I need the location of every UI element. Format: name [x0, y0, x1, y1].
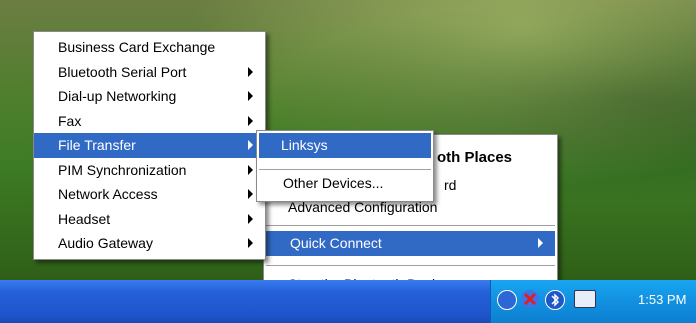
- menu-item-network-access[interactable]: Network Access: [34, 182, 265, 207]
- chevron-right-icon: [248, 164, 253, 175]
- explore-bluetooth-places-item[interactable]: oth Places: [437, 149, 512, 166]
- menu-item-audio-gateway[interactable]: Audio Gateway: [34, 231, 265, 256]
- menu-item-file-transfer[interactable]: File Transfer: [34, 133, 265, 158]
- bluetooth-services-menu: Business Card Exchange Bluetooth Serial …: [33, 31, 266, 260]
- submenu-item-label: Linksys: [281, 137, 328, 153]
- menu-item-pim-synchronization[interactable]: PIM Synchronization: [34, 158, 265, 183]
- chevron-right-icon: [248, 238, 253, 249]
- menu-separator: [266, 265, 555, 266]
- network-disconnected-icon[interactable]: [521, 290, 539, 308]
- menu-item-label: File Transfer: [58, 137, 136, 153]
- menu-item-headset[interactable]: Headset: [34, 207, 265, 232]
- menu-item-label: Business Card Exchange: [58, 39, 216, 55]
- chevron-right-icon: [248, 140, 253, 151]
- menu-item-label: Dial-up Networking: [58, 88, 177, 104]
- menu-item-label: Audio Gateway: [58, 235, 153, 251]
- chevron-right-icon: [248, 66, 253, 77]
- bluetooth-icon[interactable]: [545, 290, 565, 310]
- menu-separator: [259, 169, 431, 170]
- menu-item-business-card-exchange[interactable]: Business Card Exchange: [34, 35, 265, 60]
- taskbar-clock[interactable]: 1:53 PM: [638, 292, 686, 307]
- menu-item-label: Network Access: [58, 186, 158, 202]
- chevron-right-icon: [248, 213, 253, 224]
- menu-item-dial-up-networking[interactable]: Dial-up Networking: [34, 84, 265, 109]
- quick-connect-item[interactable]: Quick Connect: [266, 231, 555, 256]
- menu-item-label: Headset: [58, 210, 111, 227]
- menu-item-bluetooth-serial-port[interactable]: Bluetooth Serial Port: [34, 60, 265, 85]
- submenu-item-other-devices[interactable]: Other Devices...: [259, 171, 431, 196]
- show-hidden-icons-button[interactable]: [497, 290, 517, 310]
- chevron-right-icon: [538, 238, 543, 249]
- message-icon[interactable]: [574, 290, 596, 308]
- menu-item-label: Bluetooth Serial Port: [58, 63, 187, 80]
- chevron-right-icon: [248, 91, 253, 102]
- menu-item-label: PIM Synchronization: [58, 161, 187, 178]
- menu-item-label: Fax: [58, 112, 82, 129]
- submenu-item-linksys[interactable]: Linksys: [259, 133, 431, 158]
- chevron-right-icon: [248, 115, 253, 126]
- quick-connect-label: Quick Connect: [290, 235, 382, 251]
- menu-item-fax[interactable]: Fax: [34, 109, 265, 134]
- submenu-item-label: Other Devices...: [283, 175, 384, 191]
- chevron-right-icon: [248, 189, 253, 200]
- menu-separator: [266, 225, 555, 226]
- file-transfer-submenu: Linksys Other Devices...: [256, 130, 434, 202]
- bluetooth-setup-wizard-item[interactable]: rd: [444, 177, 456, 193]
